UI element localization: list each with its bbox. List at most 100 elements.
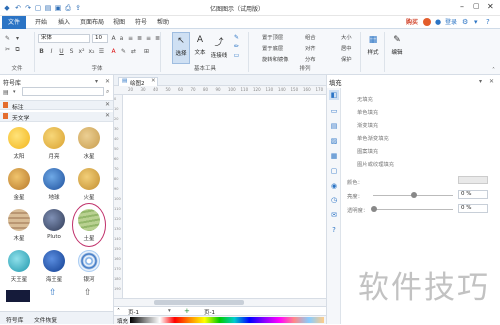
symbol-earth[interactable]: 地球 (39, 168, 69, 201)
globe-tool-icon[interactable]: ◉ (329, 181, 339, 191)
close-button[interactable]: ✕ (487, 2, 494, 11)
login-link[interactable]: 登录 (443, 16, 459, 29)
section-close-icon[interactable]: ✕ (105, 101, 110, 108)
size-button[interactable]: 大小 (341, 33, 352, 41)
library-menu-dropdown-icon[interactable]: ▾ (13, 89, 16, 95)
fill-option-pattern[interactable]: 图案填充 (357, 147, 378, 155)
symbol-uranus[interactable]: 天王星 (4, 250, 34, 283)
symbol-pluto[interactable]: Pluto (39, 209, 69, 240)
document-tab[interactable]: ▤ 绘图2 ✕ (118, 77, 158, 87)
section-astronomy[interactable]: 天文学 ✕ (0, 112, 113, 122)
fill-option-mono-gradient[interactable]: 单色渐变填充 (357, 134, 389, 142)
color-picker[interactable] (458, 176, 488, 184)
rocket-icon[interactable]: ⇧ (49, 288, 57, 298)
brightness-slider-thumb[interactable] (411, 192, 417, 198)
bring-to-front-button[interactable]: 置于顶层 (262, 33, 283, 41)
fill-option-gradient[interactable]: 渐变填充 (357, 121, 378, 129)
bold-icon[interactable]: B (38, 48, 45, 55)
symbol-saturn[interactable]: 土星 (74, 209, 104, 242)
tab-home[interactable]: 开始 (31, 16, 51, 29)
underline-icon[interactable]: U (58, 48, 65, 55)
collapse-ribbon-icon[interactable]: ˄ (492, 67, 495, 74)
font-color-icon[interactable]: A (110, 48, 117, 55)
section-callout[interactable]: 标注 ✕ (0, 100, 113, 111)
fill-tool-icon[interactable]: ◧ (329, 90, 339, 100)
history-tool-icon[interactable]: ◷ (329, 195, 339, 205)
print-icon[interactable]: ⎙ (64, 3, 72, 13)
panel-options-icon[interactable]: ▾ (479, 78, 482, 85)
symbol-venus[interactable]: 金星 (4, 168, 34, 201)
symbol-jupiter[interactable]: 木星 (4, 209, 34, 242)
undo-icon[interactable]: ↶ (14, 3, 22, 13)
tab-view[interactable]: 视图 (109, 16, 129, 29)
comment-tool-icon[interactable]: ✉ (329, 210, 339, 220)
settings-icon[interactable]: ⚙ (462, 18, 468, 26)
open-icon[interactable]: ▤ (44, 3, 52, 13)
italic-icon[interactable]: I (48, 48, 55, 55)
help-icon[interactable]: ? (486, 18, 490, 26)
pen-icon[interactable]: ✎ (233, 34, 240, 41)
library-search-input[interactable] (22, 87, 104, 96)
notification-icon[interactable] (423, 18, 431, 26)
user-icon[interactable]: ● (435, 18, 441, 26)
add-page-icon[interactable]: + (184, 307, 190, 315)
export-icon[interactable]: ⇪ (74, 3, 82, 13)
image-tool-icon[interactable]: ▨ (329, 136, 339, 146)
superscript-icon[interactable]: x² (78, 48, 85, 55)
symbol-sun[interactable]: 太阳 (4, 127, 34, 160)
save-icon[interactable]: ▣ (54, 3, 62, 13)
satellite-icon[interactable]: ⇧ (84, 288, 92, 298)
rotate-mirror-button[interactable]: 旋转和镜像 (262, 55, 289, 63)
fill-option-solid[interactable]: 单色填充 (357, 108, 378, 116)
search-icon[interactable]: ⌕ (106, 88, 109, 96)
bullets-icon[interactable]: ☰ (98, 48, 105, 55)
edit-button[interactable]: ✎ 编辑 (386, 32, 408, 64)
transparency-slider-thumb[interactable] (371, 206, 377, 212)
align-center-icon[interactable]: ≡ (145, 35, 152, 42)
horizontal-scrollbar[interactable] (114, 298, 326, 306)
starfield-icon[interactable] (6, 290, 30, 302)
pencil-icon[interactable]: ✏ (233, 43, 240, 50)
panel-close-icon[interactable]: ✕ (489, 78, 494, 85)
distribute-button[interactable]: 分布 (305, 55, 316, 63)
tab-help[interactable]: 帮助 (153, 16, 173, 29)
panel-close-icon[interactable]: ✕ (105, 78, 110, 85)
subscript-icon[interactable]: x₂ (88, 48, 95, 55)
shrink-font-icon[interactable]: a (118, 35, 125, 42)
tab-symbol-library[interactable]: 符号库 (6, 315, 23, 324)
page-tool-icon[interactable]: ▢ (329, 166, 339, 176)
strikethrough-icon[interactable]: S (68, 48, 75, 55)
text-settings-icon[interactable]: ⊞ (143, 48, 150, 55)
cut-icon[interactable]: ✂ (4, 46, 11, 53)
library-menu-icon[interactable]: ▤ (3, 89, 9, 96)
settings-dropdown-icon[interactable]: ▾ (474, 18, 478, 26)
help-tool-icon[interactable]: ? (329, 225, 339, 235)
tab-page-layout[interactable]: 页面布局 (77, 16, 107, 29)
page-menu-icon[interactable]: ˄ (117, 308, 120, 315)
font-size-select[interactable]: 10 (92, 34, 108, 43)
symbol-mars[interactable]: 火星 (74, 168, 104, 201)
connector-tool-button[interactable]: ⤴ 连接线 (209, 32, 229, 64)
brightness-input[interactable]: 0 % (458, 190, 488, 199)
document-tab-close-icon[interactable]: ✕ (151, 78, 156, 84)
shadow-tool-icon[interactable]: ▤ (329, 121, 339, 131)
tab-file[interactable]: 文件 (2, 16, 26, 29)
symbol-mercury[interactable]: 水星 (74, 127, 104, 160)
symbol-moon[interactable]: 月亮 (39, 127, 69, 160)
panel-options-icon[interactable]: ▾ (95, 78, 98, 85)
text-direction-icon[interactable]: ⇄ (130, 48, 137, 55)
fill-option-none[interactable]: 无填充 (357, 95, 373, 103)
font-name-select[interactable]: 宋体 (38, 34, 90, 43)
scrollbar-thumb[interactable] (154, 300, 244, 305)
send-to-back-button[interactable]: 置于底层 (262, 44, 283, 52)
tab-file-recovery[interactable]: 文件恢复 (34, 315, 57, 324)
color-palette[interactable] (130, 317, 324, 323)
tab-insert[interactable]: 插入 (54, 16, 74, 29)
redo-icon[interactable]: ↷ (24, 3, 32, 13)
new-icon[interactable]: ▢ (34, 3, 42, 13)
text-tool-button[interactable]: A 文本 (192, 32, 208, 64)
drawing-page[interactable] (124, 96, 324, 296)
align-button[interactable]: 对齐 (305, 44, 316, 52)
line-spacing-icon[interactable]: ≡ (127, 35, 134, 42)
align-left-icon[interactable]: ≣ (136, 35, 143, 42)
